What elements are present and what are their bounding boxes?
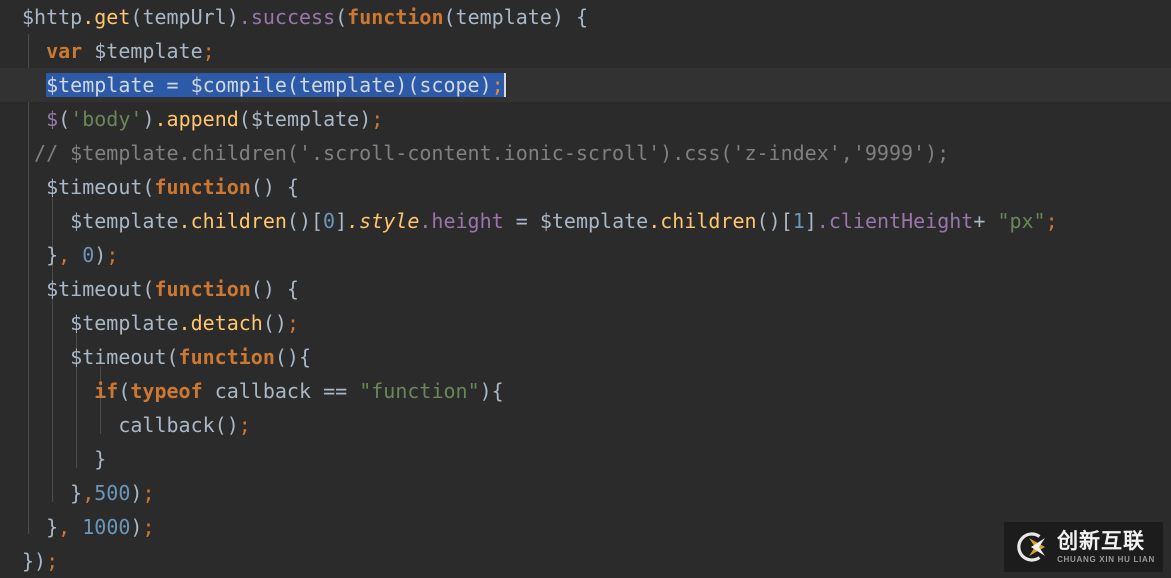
watermark-text: 创新互联 CHUANG XIN HU LIAN	[1057, 528, 1155, 564]
code-line[interactable]: }, 1000);	[0, 510, 1171, 544]
code-lines[interactable]: $http.get(tempUrl).success(function(temp…	[0, 0, 1171, 578]
code-line[interactable]: $timeout(function() {	[0, 170, 1171, 204]
cx-circle-logo-icon	[1012, 528, 1050, 566]
watermark-en: CHUANG XIN HU LIAN	[1057, 554, 1155, 564]
code-line[interactable]: $('body').append($template);	[0, 102, 1171, 136]
code-editor[interactable]: $http.get(tempUrl).success(function(temp…	[0, 0, 1171, 578]
code-line[interactable]: $timeout(function() {	[0, 272, 1171, 306]
code-line[interactable]: }, 0);	[0, 238, 1171, 272]
code-line[interactable]: $template.detach();	[0, 306, 1171, 340]
code-line[interactable]: $template.children()[0].style.height = $…	[0, 204, 1171, 238]
code-line[interactable]: callback();	[0, 408, 1171, 442]
code-line-selected[interactable]: $template = $compile(template)(scope);	[0, 68, 1171, 102]
text-caret	[503, 73, 506, 97]
watermark-cn: 创新互联	[1057, 528, 1146, 553]
code-line[interactable]: var $template;	[0, 34, 1171, 68]
code-line-comment[interactable]: // $template.children('.scroll-content.i…	[0, 136, 1171, 170]
selection-highlight[interactable]: $template = $compile(template)(scope);	[46, 73, 504, 97]
code-line[interactable]: $http.get(tempUrl).success(function(temp…	[0, 0, 1171, 34]
code-line[interactable]: },500);	[0, 476, 1171, 510]
code-line[interactable]: $timeout(function(){	[0, 340, 1171, 374]
code-line[interactable]: });	[0, 544, 1171, 578]
code-line[interactable]: }	[0, 442, 1171, 476]
code-line[interactable]: if(typeof callback == "function"){	[0, 374, 1171, 408]
watermark: 创新互联 CHUANG XIN HU LIAN	[1004, 522, 1163, 572]
